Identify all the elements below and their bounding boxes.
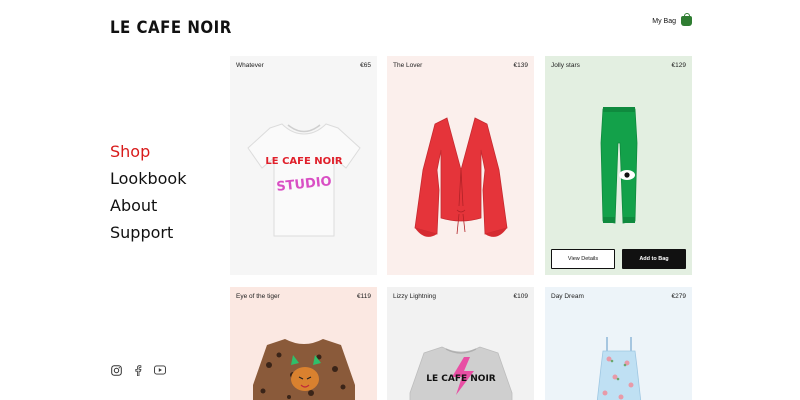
product-name: Whatever xyxy=(236,62,264,69)
product-card-jolly-stars[interactable]: Jolly stars €129 View Details Add to Bag xyxy=(545,56,692,275)
product-price: €279 xyxy=(671,293,686,300)
add-to-bag-button[interactable]: Add to Bag xyxy=(622,249,686,269)
nav-item-shop[interactable]: Shop xyxy=(110,142,186,162)
social-links xyxy=(110,364,166,376)
product-name: The Lover xyxy=(393,62,423,69)
product-price: €119 xyxy=(357,293,371,300)
view-details-button[interactable]: View Details xyxy=(551,249,615,269)
product-image-floral-dress xyxy=(545,337,692,400)
main-nav: Shop Lookbook About Support xyxy=(110,142,186,243)
product-card-day-dream[interactable]: Day Dream €279 xyxy=(545,287,692,400)
product-card-whatever[interactable]: Whatever €65 LE CAFE NOIR STUDIO xyxy=(230,56,377,275)
product-price: €109 xyxy=(513,293,528,300)
eye-patch-icon xyxy=(618,170,635,180)
nav-item-support[interactable]: Support xyxy=(110,223,186,243)
product-name: Lizzy Lightning xyxy=(393,293,436,300)
instagram-icon[interactable] xyxy=(110,364,122,376)
product-price: €65 xyxy=(360,62,371,69)
nav-item-lookbook[interactable]: Lookbook xyxy=(110,169,186,189)
product-image-track-pants xyxy=(545,98,692,238)
product-card-lizzy-lightning[interactable]: Lizzy Lightning €109 LE CAFE NOIR xyxy=(387,287,534,400)
product-image-blouse xyxy=(387,90,534,270)
my-bag-button[interactable]: My Bag xyxy=(652,13,692,26)
my-bag-label: My Bag xyxy=(652,17,676,25)
product-price: €139 xyxy=(513,62,528,69)
brand-logo[interactable]: LE CAFE NOIR xyxy=(110,17,232,38)
product-name: Jolly stars xyxy=(551,62,580,69)
nav-item-about[interactable]: About xyxy=(110,196,186,216)
product-name: Day Dream xyxy=(551,293,584,300)
product-name: Eye of the tiger xyxy=(236,293,280,300)
product-card-eye-of-the-tiger[interactable]: Eye of the tiger €119 xyxy=(230,287,377,400)
product-image-leopard-sweater xyxy=(230,335,377,400)
product-card-the-lover[interactable]: The Lover €139 xyxy=(387,56,534,275)
product-price: €129 xyxy=(671,62,686,69)
bag-icon xyxy=(681,13,692,26)
product-image-tshirt: LE CAFE NOIR STUDIO xyxy=(230,104,377,254)
tshirt-print-brand: LE CAFE NOIR xyxy=(265,156,342,167)
sweatshirt-print-brand: LE CAFE NOIR xyxy=(426,374,496,384)
facebook-icon[interactable] xyxy=(132,364,144,376)
youtube-icon[interactable] xyxy=(154,364,166,376)
product-image-grey-sweatshirt: LE CAFE NOIR xyxy=(387,343,534,400)
